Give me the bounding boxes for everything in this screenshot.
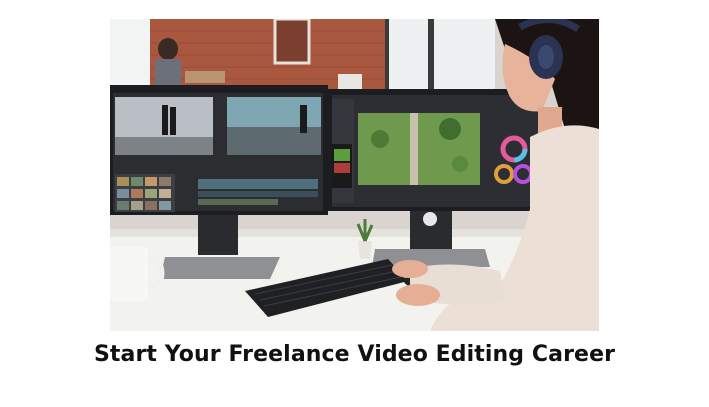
left-stand xyxy=(198,215,238,255)
hand-left xyxy=(396,284,440,306)
shelf xyxy=(185,71,225,83)
picture-frame xyxy=(273,19,311,65)
left-window xyxy=(110,19,150,94)
caption-heading: Start Your Freelance Video Editing Caree… xyxy=(93,342,616,367)
background-person xyxy=(158,38,178,60)
hero-photo xyxy=(110,19,599,331)
aerial-preview xyxy=(358,113,480,185)
hand-right xyxy=(392,260,428,278)
right-monitor xyxy=(328,89,542,211)
timeline xyxy=(198,179,318,189)
left-monitor xyxy=(110,85,328,215)
